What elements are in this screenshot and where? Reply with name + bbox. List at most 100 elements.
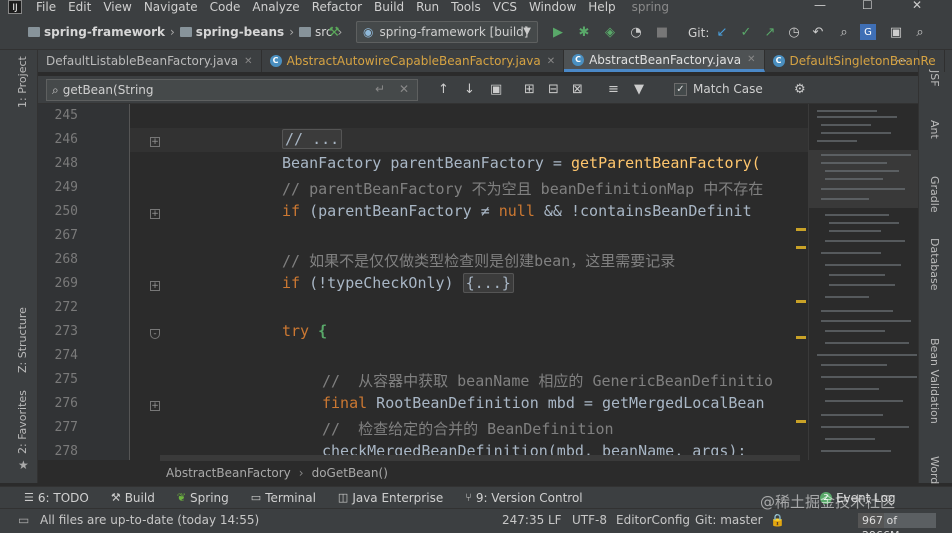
gradle-tool-button[interactable]: Gradle — [928, 176, 941, 213]
close-icon[interactable]: ✕ — [747, 54, 755, 65]
breadcrumb-method[interactable]: doGetBean() — [312, 466, 388, 480]
line-separator[interactable]: LF — [548, 513, 562, 527]
add-selection-icon[interactable]: ⊞ — [524, 82, 535, 97]
word-tool-button[interactable]: Word — [928, 456, 941, 484]
new-line-icon[interactable]: ↵ — [375, 82, 385, 96]
status-toggle-icon[interactable]: ▭ — [18, 513, 29, 527]
close-icon[interactable]: ✕ — [547, 56, 555, 67]
build-tool-button[interactable]: ⚒ Build — [111, 491, 155, 505]
close-icon[interactable]: ✕ — [244, 56, 252, 67]
git-commit-icon[interactable]: ✓ — [738, 24, 754, 40]
collapsed-block[interactable]: {...} — [462, 273, 514, 293]
error-stripe-marker[interactable] — [796, 300, 806, 303]
select-all-icon[interactable]: ⊠ — [572, 82, 583, 97]
run-icon[interactable]: ▶ — [550, 24, 566, 40]
search-input[interactable] — [62, 83, 353, 97]
tab-defaultsingletonbeanregistry[interactable]: C DefaultSingletonBeanRe — [765, 50, 945, 72]
horizontal-scrollbar[interactable] — [160, 455, 800, 461]
menu-view[interactable]: View — [103, 0, 131, 14]
ide-settings-icon[interactable]: ▣ — [888, 24, 904, 40]
tab-abstractbeanfactory[interactable]: C AbstractBeanFactory.java ✕ — [564, 50, 765, 72]
menu-refactor[interactable]: Refactor — [312, 0, 362, 14]
fold-expand-icon[interactable]: + — [150, 137, 160, 147]
menu-build[interactable]: Build — [374, 0, 404, 14]
todo-tool-button[interactable]: ☰ 6: TODO — [24, 491, 89, 505]
editorconfig-indicator[interactable]: EditorConfig — [616, 513, 690, 527]
fold-expand-icon[interactable]: + — [150, 281, 160, 291]
fold-expand-icon[interactable]: + — [150, 209, 160, 219]
menu-code[interactable]: Code — [210, 0, 241, 14]
version-control-tool-button[interactable]: ⑂ 9: Version Control — [465, 491, 582, 505]
translate-icon[interactable]: G — [860, 24, 876, 40]
tab-abstractautowirecapablebeanfactory[interactable]: C AbstractAutowireCapableBeanFactory.jav… — [262, 50, 565, 72]
structure-tool-button[interactable]: Z: Structure — [16, 307, 29, 373]
error-stripe-marker[interactable] — [796, 246, 806, 249]
crumb-module[interactable]: spring-beans — [196, 25, 284, 39]
ant-tool-button[interactable]: Ant — [928, 120, 941, 139]
code-editor[interactable]: 245 246 248 249 250 267 268 269 272 273 … — [38, 104, 808, 460]
database-tool-button[interactable]: Database — [928, 238, 941, 291]
spring-tool-button[interactable]: ❦ Spring — [177, 491, 229, 505]
file-encoding[interactable]: UTF-8 — [572, 513, 607, 527]
git-rollback-icon[interactable]: ↶ — [810, 24, 826, 40]
match-case-checkbox[interactable]: ✓ — [674, 82, 687, 96]
collapsed-comment[interactable]: // ... — [282, 129, 343, 149]
menu-edit[interactable]: Edit — [68, 0, 91, 14]
profile-icon[interactable]: ◔ — [628, 24, 644, 40]
hammer-build-icon[interactable]: ⚒ — [326, 24, 342, 40]
match-case-option[interactable]: ✓ Match Case — [674, 82, 763, 96]
search-icon[interactable]: ⌕ — [912, 24, 928, 40]
menu-help[interactable]: Help — [588, 0, 615, 14]
run-configuration-select[interactable]: ◉ spring-framework [build] ▼ — [356, 21, 538, 43]
more-tabs-icon[interactable]: ⋯ — [896, 54, 907, 67]
caret-position[interactable]: 247:35 — [502, 513, 544, 527]
menu-vcs[interactable]: VCS — [493, 0, 517, 14]
git-update-icon[interactable]: ↙ — [714, 24, 730, 40]
git-branch[interactable]: Git: master — [695, 513, 763, 527]
search-everywhere-icon[interactable]: ⌕ — [836, 24, 852, 40]
select-all-occurrences-icon[interactable]: ▣ — [490, 82, 502, 97]
remove-selection-icon[interactable]: ⊟ — [548, 82, 559, 97]
tab-defaultlistablebeanfactory[interactable]: DefaultListableBeanFactory.java ✕ — [38, 50, 262, 72]
git-history-icon[interactable]: ◷ — [786, 24, 802, 40]
maximize-icon[interactable]: ☐ — [862, 0, 873, 12]
run-with-coverage-icon[interactable]: ◈ — [602, 24, 618, 40]
menu-navigate[interactable]: Navigate — [144, 0, 198, 14]
next-occurrence-icon[interactable]: ↓ — [464, 82, 475, 97]
favorites-tool-button[interactable]: 2: Favorites — [16, 390, 29, 454]
java-enterprise-tool-button[interactable]: ◫ Java Enterprise — [338, 491, 443, 505]
minimize-icon[interactable]: — — [814, 0, 826, 12]
lock-icon[interactable]: 🔒 — [770, 513, 785, 527]
fold-expand-icon[interactable]: + — [150, 401, 160, 411]
git-push-icon[interactable]: ↗ — [762, 24, 778, 40]
debug-icon[interactable]: ✱ — [576, 24, 592, 40]
error-stripe-marker[interactable] — [796, 336, 806, 339]
previous-occurrence-icon[interactable]: ↑ — [438, 82, 449, 97]
memory-indicator[interactable]: 967 of 2966M — [858, 513, 936, 533]
fold-collapse-icon[interactable]: - — [150, 329, 160, 339]
status-message[interactable]: All files are up-to-date (today 14:55) — [40, 513, 259, 527]
error-stripe-marker[interactable] — [796, 420, 806, 423]
menu-tools[interactable]: Tools — [451, 0, 481, 14]
clear-search-icon[interactable]: ✕ — [399, 82, 409, 96]
intellij-app-icon[interactable]: IJ — [8, 0, 22, 14]
error-stripe-marker[interactable] — [796, 228, 806, 231]
close-window-icon[interactable]: ✕ — [912, 0, 922, 12]
jsf-tool-button[interactable]: JSF — [928, 70, 941, 87]
filter-options-icon[interactable]: ≡ — [608, 82, 619, 97]
crumb-project[interactable]: spring-framework — [44, 25, 165, 39]
search-icon[interactable]: ⌕ — [52, 83, 59, 98]
code-minimap[interactable] — [808, 104, 918, 460]
menu-file[interactable]: File — [36, 0, 56, 14]
terminal-tool-button[interactable]: ▭ Terminal — [251, 491, 316, 505]
menu-window[interactable]: Window — [529, 0, 576, 14]
search-field[interactable]: ⌕ ↵ ✕ — [46, 79, 418, 101]
menu-analyze[interactable]: Analyze — [252, 0, 299, 14]
stop-icon[interactable]: ■ — [654, 24, 670, 40]
menu-run[interactable]: Run — [416, 0, 439, 14]
find-settings-icon[interactable]: ⚙ — [794, 82, 806, 97]
project-tool-button[interactable]: 1: Project — [16, 56, 29, 108]
bean-validation-tool-button[interactable]: Bean Validation — [928, 338, 941, 424]
breadcrumb-class[interactable]: AbstractBeanFactory — [166, 466, 291, 480]
filter-icon[interactable]: ▼ — [634, 82, 644, 97]
